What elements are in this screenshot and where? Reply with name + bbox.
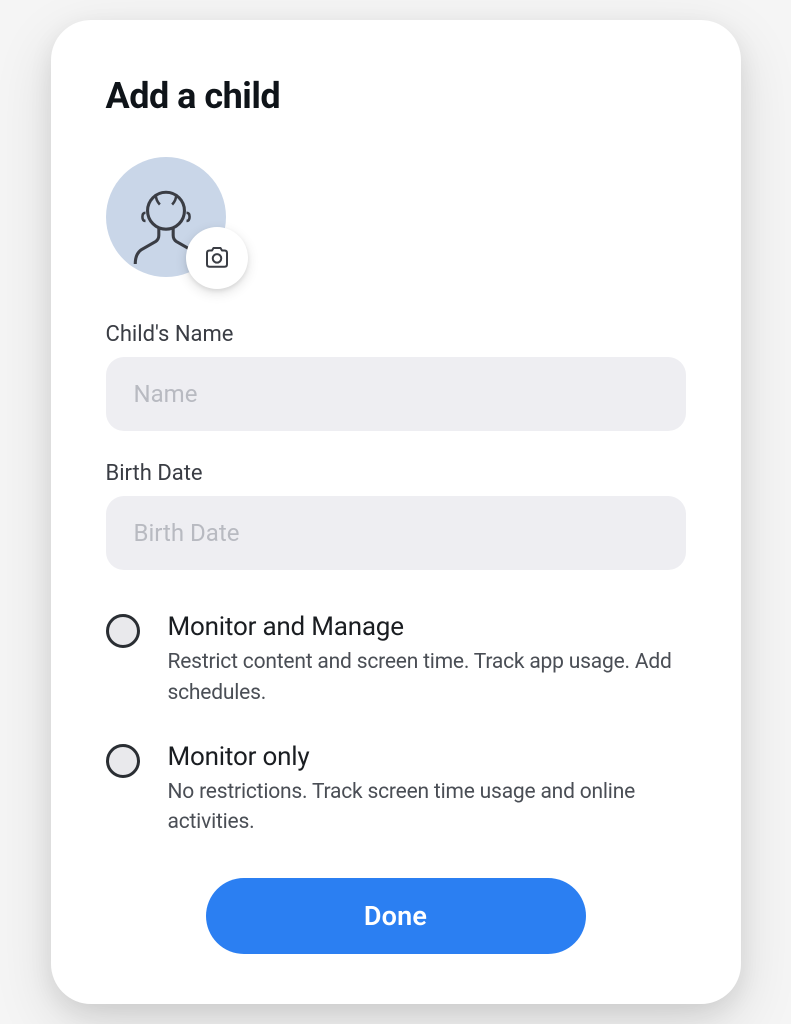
- mode-options: Monitor and Manage Restrict content and …: [106, 612, 686, 838]
- camera-icon: [202, 243, 232, 273]
- name-label: Child's Name: [106, 322, 686, 347]
- page-title: Add a child: [106, 75, 686, 117]
- option-title: Monitor only: [168, 742, 686, 772]
- option-description: No restrictions. Track screen time usage…: [168, 777, 686, 838]
- done-button[interactable]: Done: [206, 878, 586, 954]
- option-text: Monitor only No restrictions. Track scre…: [168, 742, 686, 838]
- avatar-section: [106, 157, 226, 277]
- name-input[interactable]: [106, 357, 686, 431]
- option-text: Monitor and Manage Restrict content and …: [168, 612, 686, 708]
- birth-date-input[interactable]: [106, 496, 686, 570]
- option-description: Restrict content and screen time. Track …: [168, 647, 686, 708]
- birth-date-label: Birth Date: [106, 461, 686, 486]
- option-monitor-manage[interactable]: Monitor and Manage Restrict content and …: [106, 612, 686, 708]
- birth-date-field: Birth Date: [106, 461, 686, 570]
- add-child-card: Add a child Child's Name Birth Date: [51, 20, 741, 1004]
- option-title: Monitor and Manage: [168, 612, 686, 642]
- radio-monitor-manage[interactable]: [106, 614, 140, 648]
- radio-monitor-only[interactable]: [106, 744, 140, 778]
- name-field: Child's Name: [106, 322, 686, 431]
- option-monitor-only[interactable]: Monitor only No restrictions. Track scre…: [106, 742, 686, 838]
- camera-button[interactable]: [186, 227, 248, 289]
